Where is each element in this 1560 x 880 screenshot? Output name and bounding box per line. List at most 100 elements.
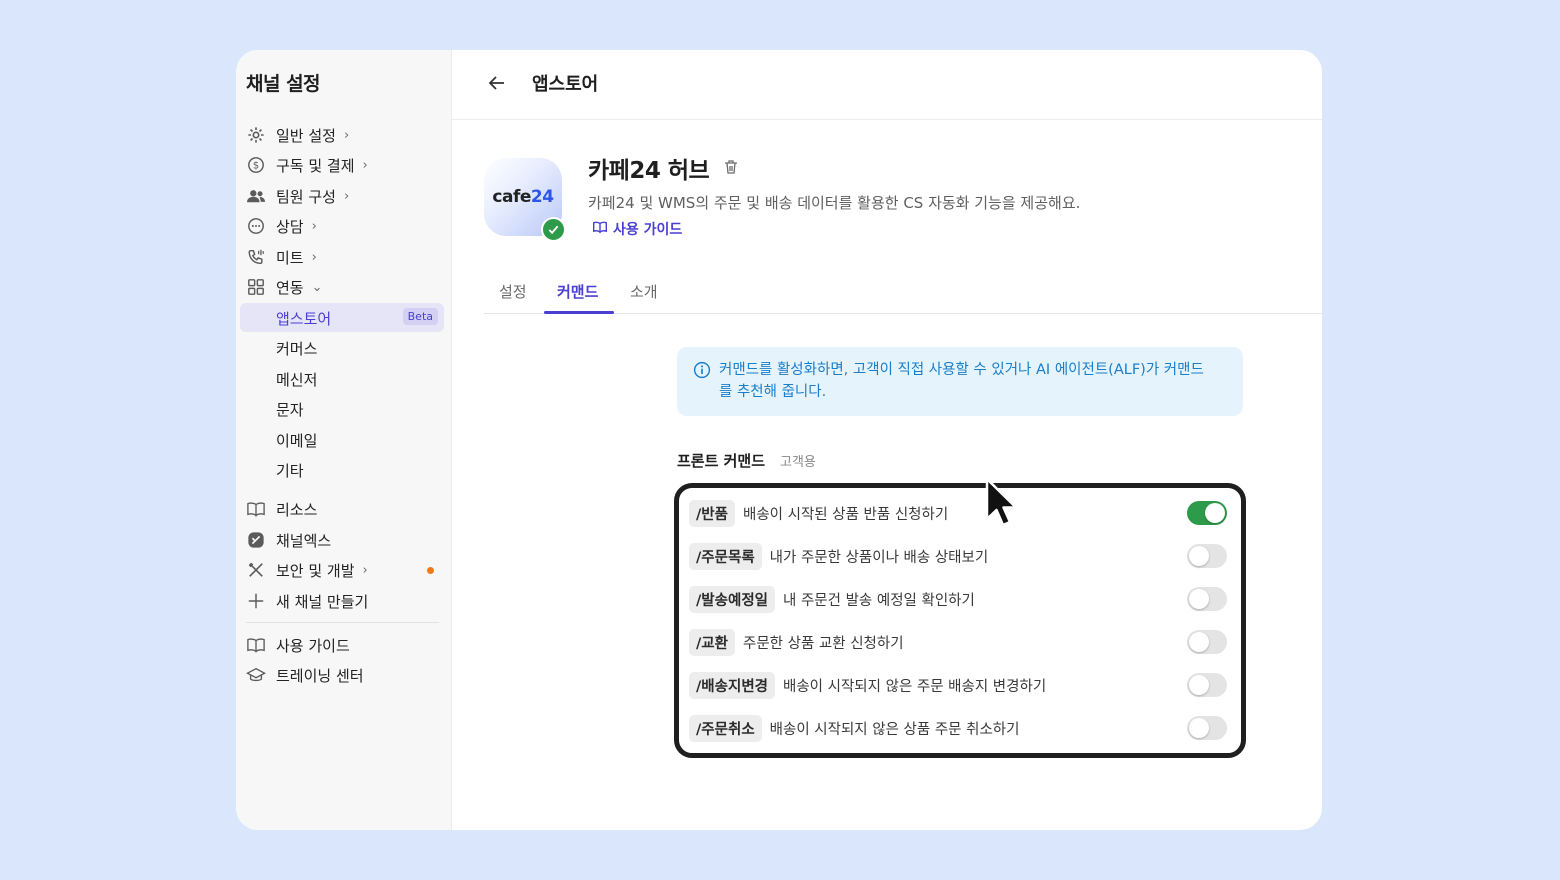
command-row: /주문취소 배송이 시작되지 않은 상품 주문 취소하기 [689, 714, 1020, 742]
chat-bubble-icon [246, 216, 266, 236]
command-row: /반품 배송이 시작된 상품 반품 신청하기 [689, 499, 949, 527]
top-bar: 앱스토어 [452, 50, 1322, 120]
command-description: 내가 주문한 상품이나 배송 상태보기 [769, 549, 989, 566]
sidebar-item-new-channel[interactable]: 새 채널 만들기 [246, 587, 368, 615]
sidebar-sub-item-messenger[interactable]: 메신저 [276, 365, 317, 393]
book-icon [246, 499, 266, 519]
command-description: 주문한 상품 교환 신청하기 [742, 635, 904, 652]
command-description: 내 주문건 발송 예정일 확인하기 [783, 592, 975, 609]
sidebar-item-label: 새 채널 만들기 [276, 592, 369, 611]
sidebar-item-training[interactable]: 트레이닝 센터 [246, 661, 364, 689]
toggle-knob [1189, 632, 1209, 652]
tab-commands[interactable]: 커맨드 [557, 281, 598, 302]
command-toggle[interactable] [1187, 587, 1227, 611]
sidebar-item-resources[interactable]: 리소스 [246, 495, 317, 523]
chevron-right-icon: › [362, 562, 368, 578]
tools-icon [246, 560, 266, 580]
graduation-cap-icon [246, 665, 266, 685]
app-logo-number: 24 [530, 187, 554, 207]
sidebar-title: 채널 설정 [246, 73, 321, 95]
plus-icon [246, 591, 266, 611]
page-title: 앱스토어 [532, 74, 599, 95]
sidebar-sub-item-commerce[interactable]: 커머스 [276, 334, 317, 362]
dollar-circle-icon: $ [246, 155, 266, 175]
tab-intro[interactable]: 소개 [630, 281, 658, 302]
people-icon [246, 186, 266, 206]
command-name: /반품 [689, 499, 735, 527]
notification-dot [427, 567, 434, 574]
sidebar-item-security[interactable]: 보안 및 개발 › [246, 556, 368, 584]
chevron-right-icon: › [362, 157, 368, 173]
gear-icon [246, 125, 266, 145]
sidebar-item-meet[interactable]: 미트 › [246, 243, 317, 271]
sidebar-sub-item-label: 앱스토어 [276, 310, 332, 328]
sidebar-item-label: 구독 및 결제 [276, 156, 355, 175]
command-toggle[interactable] [1187, 544, 1227, 568]
usage-guide-link[interactable]: 사용 가이드 [592, 219, 682, 239]
sidebar-item-general[interactable]: 일반 설정 › [246, 121, 349, 149]
sidebar-item-label: 사용 가이드 [276, 636, 350, 655]
book-icon [246, 635, 266, 655]
sidebar-item-billing[interactable]: $ 구독 및 결제 › [246, 151, 368, 179]
command-row: /교환 주문한 상품 교환 신청하기 [689, 628, 904, 656]
command-description: 배송이 시작된 상품 반품 신청하기 [742, 506, 949, 523]
command-toggle[interactable] [1187, 501, 1227, 525]
command-description: 배송이 시작되지 않은 상품 주문 취소하기 [769, 721, 1020, 738]
toggle-knob [1189, 546, 1209, 566]
sidebar-item-integration[interactable]: 연동 ⌄ [246, 273, 323, 301]
toggle-knob [1205, 503, 1225, 523]
sidebar-item-consult[interactable]: 상담 › [246, 212, 317, 240]
usage-guide-label: 사용 가이드 [613, 222, 683, 238]
section-title: 프론트 커맨드 [677, 452, 766, 470]
command-description: 배송이 시작되지 않은 주문 배송지 변경하기 [783, 678, 1047, 695]
trash-icon[interactable] [724, 159, 738, 179]
sidebar-item-team[interactable]: 팀원 구성 › [246, 182, 349, 210]
main-panel: 앱스토어 cafe 24 카페24 허브 카페24 및 WMS의 주문 및 배송 … [452, 50, 1322, 830]
sidebar-item-label: 미트 [276, 248, 304, 267]
toggle-knob [1189, 675, 1209, 695]
grid-icon [246, 277, 266, 297]
command-toggle[interactable] [1187, 673, 1227, 697]
svg-text:$: $ [253, 161, 259, 172]
phone-icon [246, 247, 266, 267]
sidebar-item-channelx[interactable]: 채널엑스 [246, 526, 331, 554]
info-icon [693, 361, 711, 379]
sidebar: 채널 설정 일반 설정 › $ 구독 및 결제 › 팀원 구성 › 상담 › 미… [236, 50, 452, 830]
command-row: /주문목록 내가 주문한 상품이나 배송 상태보기 [689, 542, 989, 570]
book-icon [592, 220, 608, 238]
channelx-icon [246, 530, 266, 550]
toggle-knob [1189, 589, 1209, 609]
command-name: /발송예정일 [689, 585, 775, 613]
back-arrow-icon[interactable] [484, 70, 510, 96]
chevron-right-icon: › [343, 188, 350, 204]
sidebar-item-guide[interactable]: 사용 가이드 [246, 631, 350, 659]
sidebar-item-label: 리소스 [276, 500, 318, 519]
command-name: /주문취소 [689, 714, 762, 742]
app-logo-text: cafe [492, 187, 531, 207]
sidebar-item-label: 팀원 구성 [276, 187, 336, 206]
sidebar-sub-item-sms[interactable]: 문자 [276, 395, 304, 423]
sidebar-sub-item-appstore[interactable]: 앱스토어 Beta [240, 303, 444, 332]
tab-settings[interactable]: 설정 [499, 281, 527, 302]
check-badge-icon [541, 217, 566, 242]
command-toggle[interactable] [1187, 716, 1227, 740]
info-banner: 커맨드를 활성화하면, 고객이 직접 사용할 수 있거나 AI 에이전트(ALF… [677, 347, 1243, 416]
section-subtitle: 고객용 [780, 455, 816, 470]
sidebar-item-label: 채널엑스 [276, 531, 332, 550]
chevron-down-icon: ⌄ [311, 279, 323, 295]
info-text-line1: 커맨드를 활성화하면, 고객이 직접 사용할 수 있거나 AI 에이전트(ALF… [719, 362, 1204, 378]
beta-badge: Beta [402, 308, 438, 325]
sidebar-sub-item-email[interactable]: 이메일 [276, 426, 317, 454]
mouse-cursor-icon [985, 477, 1018, 527]
command-row: /배송지변경 배송이 시작되지 않은 주문 배송지 변경하기 [689, 671, 1047, 699]
sidebar-item-label: 일반 설정 [276, 126, 336, 145]
sidebar-item-label: 보안 및 개발 [276, 561, 355, 580]
chevron-right-icon: › [343, 127, 350, 143]
info-text-line2: 를 추천해 줍니다. [719, 384, 827, 400]
command-toggle[interactable] [1187, 630, 1227, 654]
toggle-knob [1189, 718, 1209, 738]
sidebar-item-label: 연동 [276, 278, 304, 297]
sidebar-item-label: 상담 [276, 217, 304, 236]
chevron-right-icon: › [311, 218, 317, 234]
sidebar-sub-item-etc[interactable]: 기타 [276, 456, 304, 484]
